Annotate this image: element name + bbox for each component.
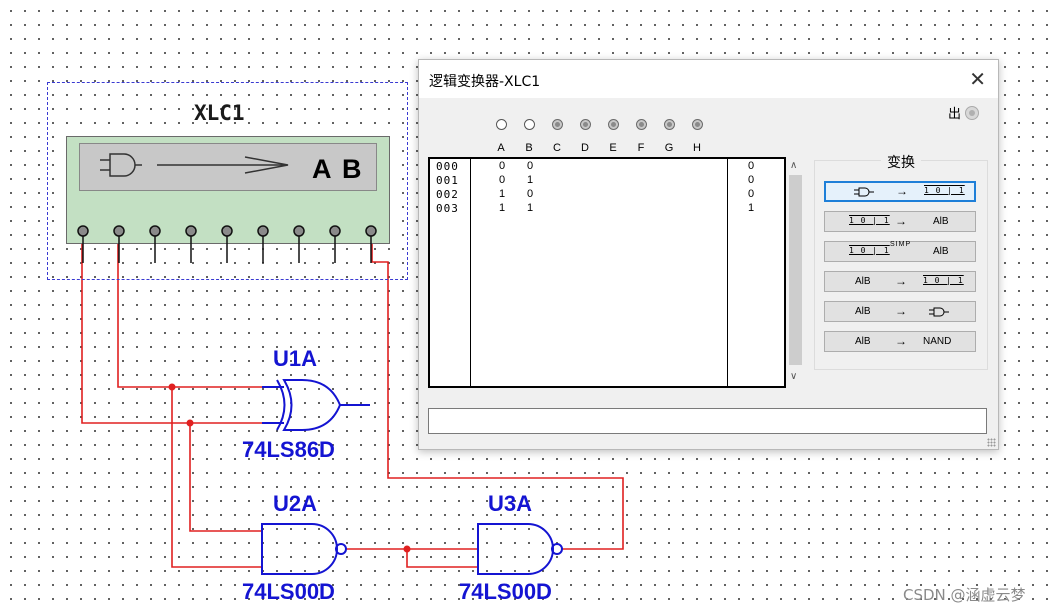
gate-circuit-icon	[854, 187, 874, 197]
row-input-b: 1	[526, 174, 534, 186]
expression-label: AlB	[855, 336, 871, 347]
input-c-radio[interactable]	[552, 119, 563, 130]
resize-grip-icon[interactable]	[987, 438, 996, 447]
input-e-radio[interactable]	[608, 119, 619, 130]
truth-table-icon: 1 0 | 1	[849, 246, 890, 255]
expression-label: AlB	[933, 246, 949, 257]
instrument-display: A B	[79, 143, 377, 191]
row-output[interactable]: 0	[745, 174, 757, 186]
column-header-g: G	[664, 142, 674, 154]
convert-arrow: →	[895, 304, 907, 318]
logic-converter-window[interactable]: 逻辑变换器-XLC1 ✕ 出 A B C D E F G H 000 0 0 0…	[418, 59, 999, 450]
truth-table[interactable]: 000 0 0 0 001 0 1 0 002 1 0 0 003 1 1 1	[428, 157, 786, 388]
expression-label: AlB	[855, 276, 871, 287]
xor-gate-u1a[interactable]	[262, 379, 370, 431]
row-input-a: 0	[498, 174, 506, 186]
expression-input[interactable]	[428, 408, 987, 434]
input-g-radio[interactable]	[664, 119, 675, 130]
column-header-e: E	[609, 142, 617, 154]
truth-table-to-simplified-expression-button[interactable]: 1 0 | 1 SIMP AlB	[824, 241, 976, 262]
row-index: 001	[436, 174, 459, 187]
junctions	[168, 383, 411, 553]
u2a-refdes: U2A	[273, 491, 318, 516]
column-header-d: D	[581, 142, 589, 154]
row-input-a: 1	[498, 188, 506, 200]
scroll-up-icon[interactable]: ∧	[790, 160, 797, 171]
output-label: 出	[948, 107, 962, 122]
u1a-refdes: U1A	[273, 346, 318, 371]
column-header-f: F	[637, 142, 645, 154]
expression-to-truth-table-button[interactable]: AlB → 1 0 | 1	[824, 271, 976, 292]
row-input-b: 1	[526, 202, 534, 214]
window-title: 逻辑变换器-XLC1	[429, 74, 541, 90]
expression-label: AlB	[933, 216, 949, 227]
row-output[interactable]: 0	[745, 188, 757, 200]
table-divider-output	[727, 159, 728, 386]
logic-converter-instrument[interactable]: A B	[66, 136, 390, 263]
window-titlebar[interactable]: 逻辑变换器-XLC1 ✕	[419, 60, 998, 98]
convert-arrow: →	[896, 184, 908, 198]
nand-gate-u2a[interactable]	[261, 523, 347, 575]
row-index: 000	[436, 160, 459, 173]
conversion-group: 变换 → 1 0 | 1 1 0 | 1 → AlB 1 0 | 1 SIMP …	[814, 155, 988, 370]
column-header-c: C	[553, 142, 561, 154]
input-d-radio[interactable]	[580, 119, 591, 130]
u2a-part: 74LS00D	[242, 579, 335, 604]
close-icon[interactable]: ✕	[969, 67, 986, 91]
gate-circuit-icon	[929, 307, 949, 317]
truth-table-to-expression-button[interactable]: 1 0 | 1 → AlB	[824, 211, 976, 232]
output-indicator	[965, 106, 979, 120]
instrument-pins[interactable]	[67, 223, 389, 263]
u3a-refdes: U3A	[488, 491, 533, 516]
table-divider-index	[470, 159, 471, 386]
row-input-b: 0	[526, 188, 534, 200]
row-index: 002	[436, 188, 459, 201]
truth-table-icon: 1 0 | 1	[849, 216, 890, 225]
gate-arrow-icon	[100, 153, 289, 177]
wire-nand3-b[interactable]	[406, 549, 478, 568]
watermark: CSDN @涵虚云梦	[903, 586, 1026, 604]
scrollbar-thumb[interactable]	[789, 175, 802, 365]
convert-arrow: →	[895, 214, 907, 228]
expression-to-circuit-button[interactable]: AlB →	[824, 301, 976, 322]
column-header-a: A	[497, 142, 505, 154]
input-a-radio[interactable]	[496, 119, 507, 130]
convert-arrow: →	[895, 274, 907, 288]
expression-to-nand-button[interactable]: AlB → NAND	[824, 331, 976, 352]
convert-arrow: →	[895, 334, 907, 348]
input-b-radio[interactable]	[524, 119, 535, 130]
u1a-part: 74LS86D	[242, 437, 335, 462]
wire-a-to-nand2[interactable]	[171, 387, 262, 568]
truth-table-icon: 1 0 | 1	[924, 186, 965, 195]
nand-label: NAND	[923, 336, 952, 347]
table-scrollbar[interactable]: ∧ ∨	[787, 157, 804, 388]
u3a-part: 74LS00D	[459, 579, 552, 604]
input-h-radio[interactable]	[692, 119, 703, 130]
instrument-display-text: A B	[312, 154, 364, 184]
row-output[interactable]: 0	[745, 160, 757, 172]
row-output[interactable]: 1	[745, 202, 757, 214]
expression-label: AlB	[855, 306, 871, 317]
row-input-a: 0	[498, 160, 506, 172]
conversion-title: 变换	[881, 155, 921, 171]
row-index: 003	[436, 202, 459, 215]
column-header-h: H	[693, 142, 701, 154]
input-f-radio[interactable]	[636, 119, 647, 130]
nand-gate-u3a[interactable]	[477, 523, 563, 575]
scroll-down-icon[interactable]: ∨	[790, 371, 797, 382]
column-header-b: B	[525, 142, 533, 154]
truth-table-icon: 1 0 | 1	[923, 276, 964, 285]
xlc1-refdes: XLC1	[194, 101, 245, 125]
simp-label: SIMP	[890, 241, 912, 248]
row-input-a: 1	[498, 202, 506, 214]
circuit-to-truth-table-button[interactable]: → 1 0 | 1	[824, 181, 976, 202]
row-input-b: 0	[526, 160, 534, 172]
